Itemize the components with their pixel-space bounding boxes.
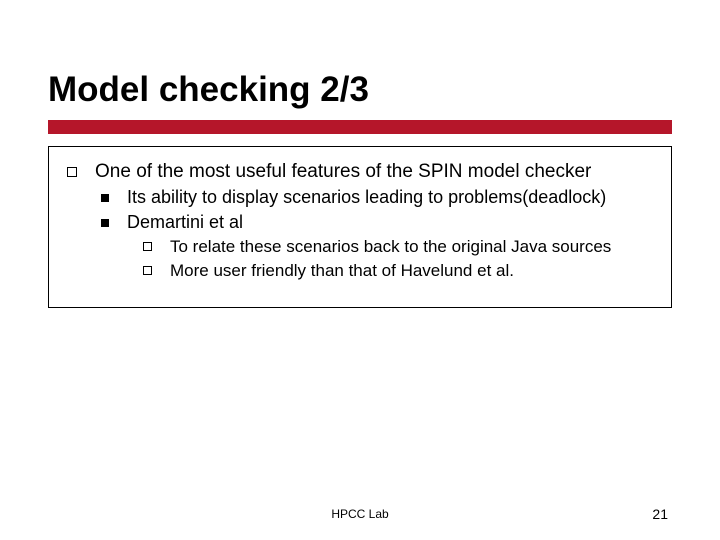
list-item: Its ability to display scenarios leading… xyxy=(101,187,653,208)
slide: Model checking 2/3 One of the most usefu… xyxy=(0,0,720,540)
content-box: One of the most useful features of the S… xyxy=(48,146,672,308)
list-item: More user friendly than that of Havelund… xyxy=(143,261,653,281)
filled-square-bullet-icon xyxy=(101,219,109,227)
bullet-text: Demartini et al xyxy=(127,212,243,233)
bullet-text: To relate these scenarios back to the or… xyxy=(170,237,611,257)
footer-label: HPCC Lab xyxy=(331,507,388,521)
square-bullet-icon xyxy=(143,242,152,251)
footer: HPCC Lab 21 xyxy=(0,506,720,522)
list-item: Demartini et al xyxy=(101,212,653,233)
page-number: 21 xyxy=(652,506,668,522)
list-item: One of the most useful features of the S… xyxy=(67,161,653,183)
list-item: To relate these scenarios back to the or… xyxy=(143,237,653,257)
slide-title: Model checking 2/3 xyxy=(48,70,672,110)
square-bullet-icon xyxy=(67,167,77,177)
bullet-text: One of the most useful features of the S… xyxy=(95,161,591,183)
square-bullet-icon xyxy=(143,266,152,275)
title-divider xyxy=(48,120,672,134)
bullet-text: More user friendly than that of Havelund… xyxy=(170,261,514,281)
bullet-text: Its ability to display scenarios leading… xyxy=(127,187,606,208)
filled-square-bullet-icon xyxy=(101,194,109,202)
